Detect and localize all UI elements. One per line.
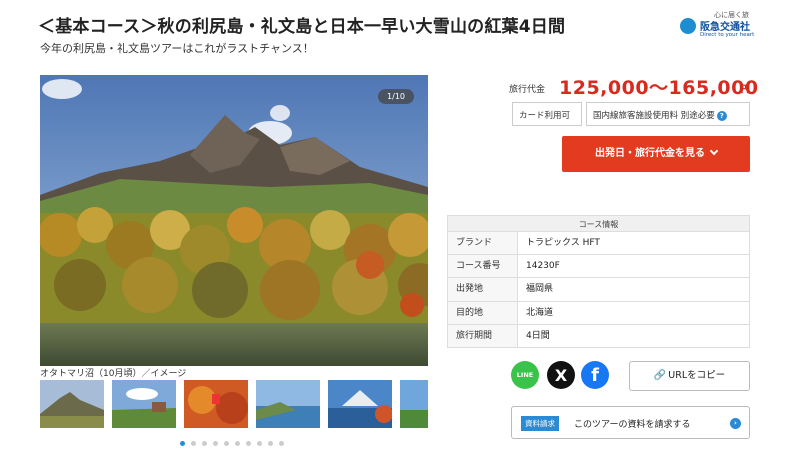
carousel-dot[interactable] xyxy=(257,441,262,446)
table-row: ブランド トラピックス HFT xyxy=(447,232,750,256)
row-key: 旅行期間 xyxy=(448,324,518,347)
help-icon[interactable]: ? xyxy=(716,110,727,121)
line-share-button[interactable]: LINE xyxy=(511,361,539,389)
carousel-dot[interactable] xyxy=(191,441,196,446)
row-value: 4日間 xyxy=(526,330,550,341)
x-icon: X xyxy=(554,365,568,385)
facebook-share-button[interactable]: f xyxy=(581,361,609,389)
logo-sub: Direct to your heart xyxy=(700,32,755,38)
request-text: このツアーの資料を請求する xyxy=(574,420,691,430)
thumbnail[interactable] xyxy=(40,380,104,428)
table-row: コース番号 14230F xyxy=(447,255,750,279)
copy-url-button[interactable]: 🔗 URLをコピー xyxy=(629,361,750,391)
facebook-icon: f xyxy=(591,364,599,386)
row-value: トラピックス HFT xyxy=(526,238,600,248)
facility-fee-text: 国内線旅客施設使用料 別途必要 xyxy=(593,111,715,121)
page-subtitle: 今年の利尻島・礼文島ツアーはこれがラストチャンス！ xyxy=(40,42,314,55)
price-value: 125,000〜165,000 xyxy=(559,77,759,99)
chevron-down-icon xyxy=(709,146,719,156)
carousel-dot[interactable] xyxy=(202,441,207,446)
thumbnail[interactable] xyxy=(112,380,176,428)
thumbnail-strip xyxy=(40,380,428,428)
carousel-dot[interactable] xyxy=(224,441,229,446)
carousel-dot[interactable] xyxy=(279,441,284,446)
table-row: 目的地 北海道 xyxy=(447,301,750,325)
cta-label: 出発日・旅行代金を見る xyxy=(595,148,705,159)
link-icon: 🔗 xyxy=(653,370,667,381)
logo-name: 阪急交通社 xyxy=(700,22,750,33)
carousel-dot[interactable] xyxy=(213,441,218,446)
row-key: ブランド xyxy=(448,232,518,255)
photo-caption: オタトマリ沼（10月頃）／イメージ xyxy=(40,369,187,379)
course-info-heading: コース情報 xyxy=(447,215,750,232)
view-dates-price-button[interactable]: 出発日・旅行代金を見る xyxy=(562,136,750,172)
photo-counter: 1/10 xyxy=(378,89,414,104)
card-accepted-badge: カード利用可 xyxy=(512,102,582,126)
main-photo[interactable]: 1/10 xyxy=(40,75,428,366)
price-unit: 円 xyxy=(741,85,751,95)
carousel-dot[interactable] xyxy=(180,441,185,446)
carousel-dot[interactable] xyxy=(235,441,240,446)
request-brochure-button[interactable]: 資料請求 このツアーの資料を請求する › xyxy=(511,406,750,439)
course-info-table: コース情報 ブランド トラピックス HFT コース番号 14230F 出発地 福… xyxy=(447,215,750,348)
carousel-dot[interactable] xyxy=(268,441,273,446)
table-row: 旅行期間 4日間 xyxy=(447,324,750,348)
thumbnail[interactable] xyxy=(256,380,320,428)
line-icon: LINE xyxy=(516,371,534,379)
row-value: 福岡県 xyxy=(526,284,554,295)
thumbnail[interactable] xyxy=(400,380,428,428)
row-key: 出発地 xyxy=(448,278,518,301)
page-title: ＜基本コース＞秋の利尻島・礼文島と日本一早い大雪山の紅葉4日間 xyxy=(38,17,566,37)
company-logo[interactable]: 心に届く旅 阪急交通社 Direct to your heart xyxy=(680,10,760,40)
row-key: 目的地 xyxy=(448,301,518,324)
carousel-dot[interactable] xyxy=(246,441,251,446)
row-key: コース番号 xyxy=(448,255,518,278)
request-tag: 資料請求 xyxy=(521,416,559,431)
row-value: 北海道 xyxy=(526,307,554,318)
chevron-right-icon: › xyxy=(730,418,741,429)
price-label: 旅行代金 xyxy=(509,85,546,95)
row-value: 14230F xyxy=(526,261,560,272)
x-share-button[interactable]: X xyxy=(547,361,575,389)
airplane-logo-icon xyxy=(680,18,696,34)
facility-fee-badge: 国内線旅客施設使用料 別途必要? xyxy=(586,102,750,126)
table-row: 出発地 福岡県 xyxy=(447,278,750,302)
thumbnail[interactable] xyxy=(328,380,392,428)
copy-url-label: URLをコピー xyxy=(668,370,726,381)
thumbnail[interactable] xyxy=(184,380,248,428)
